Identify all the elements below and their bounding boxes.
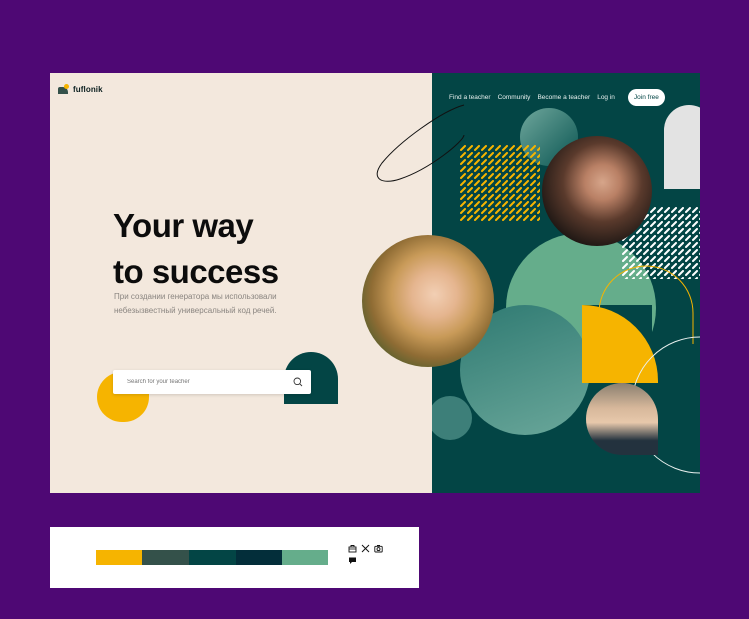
chat-icon[interactable] bbox=[348, 556, 357, 565]
nav-become-teacher[interactable]: Become a teacher bbox=[537, 94, 590, 101]
x-icon[interactable] bbox=[361, 544, 370, 553]
decor-grey-arch bbox=[664, 105, 700, 189]
top-nav: Find a teacher Community Become a teache… bbox=[449, 89, 665, 106]
hero-subtitle: При создании генератора мы использовали … bbox=[114, 292, 277, 315]
swatch-yellow bbox=[96, 550, 142, 565]
logo-mark-icon bbox=[58, 84, 70, 94]
title-line-1: Your way bbox=[113, 207, 254, 244]
swatch-grey-green bbox=[142, 550, 189, 565]
brand-logo[interactable]: fuflonik bbox=[58, 84, 103, 94]
nav-community[interactable]: Community bbox=[498, 94, 531, 101]
decor-line-loop bbox=[376, 104, 465, 182]
swatch-teal bbox=[189, 550, 236, 565]
camera-icon[interactable] bbox=[374, 544, 383, 553]
avatar-teacher-center[interactable] bbox=[362, 235, 494, 367]
title-line-2: to success bbox=[113, 253, 279, 290]
search-box bbox=[113, 370, 311, 394]
page-title: Your way to success bbox=[113, 203, 279, 295]
search-icon[interactable] bbox=[293, 377, 303, 387]
palette-swatches bbox=[96, 550, 328, 565]
palette-card bbox=[50, 527, 419, 588]
join-free-button[interactable]: Join free bbox=[627, 89, 665, 106]
nav-log-in[interactable]: Log in bbox=[597, 94, 615, 101]
swatch-dark-teal bbox=[236, 550, 282, 565]
search-input[interactable] bbox=[127, 376, 287, 388]
nav-find-teacher[interactable]: Find a teacher bbox=[449, 94, 491, 101]
decor-small-circle bbox=[432, 396, 472, 440]
swatch-mint bbox=[282, 550, 328, 565]
avatar-teacher-small[interactable] bbox=[586, 383, 658, 455]
hero-frame: fuflonik Your way to success При создани… bbox=[50, 73, 700, 493]
store-icon[interactable] bbox=[348, 544, 357, 553]
brand-name: fuflonik bbox=[73, 85, 103, 94]
avatar-teacher-top[interactable] bbox=[542, 136, 652, 246]
